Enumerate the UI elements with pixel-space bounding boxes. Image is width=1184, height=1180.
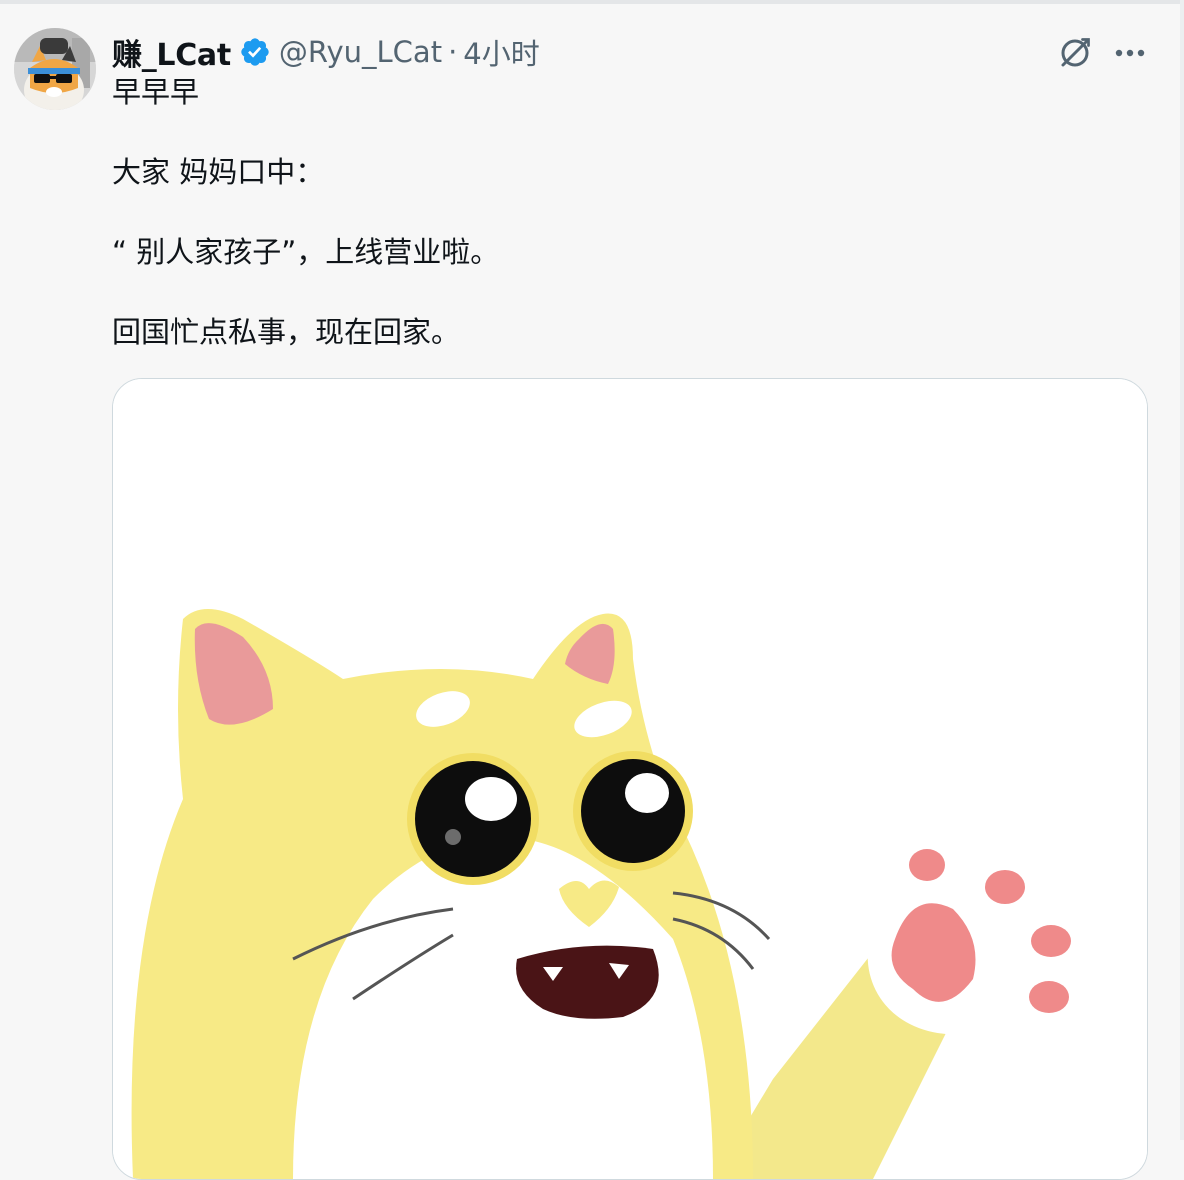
- tweet-text-line-2: 大家 妈妈口中：: [112, 155, 325, 189]
- grok-icon: [1061, 38, 1090, 67]
- tweet-text-line-3: “ 别人家孩子”，上线营业啦。: [112, 235, 500, 269]
- cat-avatar-icon: [14, 28, 96, 110]
- tweet-media-image[interactable]: [112, 378, 1148, 1180]
- right-edge: [1180, 0, 1184, 1140]
- timestamp[interactable]: 4小时: [463, 31, 539, 73]
- tweet[interactable]: 赚_LCat @Ryu_LCat · 4小时 早早早 大家 妈妈口中： “ 别人…: [0, 4, 1180, 1180]
- avatar[interactable]: [14, 28, 96, 110]
- more-icon: [1115, 49, 1145, 57]
- display-name[interactable]: 赚_LCat: [112, 30, 231, 74]
- yellow-cat-illustration-icon: [113, 379, 1147, 1179]
- grok-button[interactable]: [1056, 34, 1094, 72]
- more-button[interactable]: [1110, 34, 1150, 72]
- verified-badge-icon[interactable]: [239, 36, 271, 68]
- tweet-text-line-4: 回国忙点私事，现在回家。: [112, 315, 461, 349]
- tweet-header: 赚_LCat @Ryu_LCat · 4小时: [112, 30, 540, 74]
- separator-dot: ·: [448, 35, 458, 69]
- user-handle[interactable]: @Ryu_LCat: [279, 35, 442, 69]
- tweet-text-line-1: 早早早: [112, 75, 200, 109]
